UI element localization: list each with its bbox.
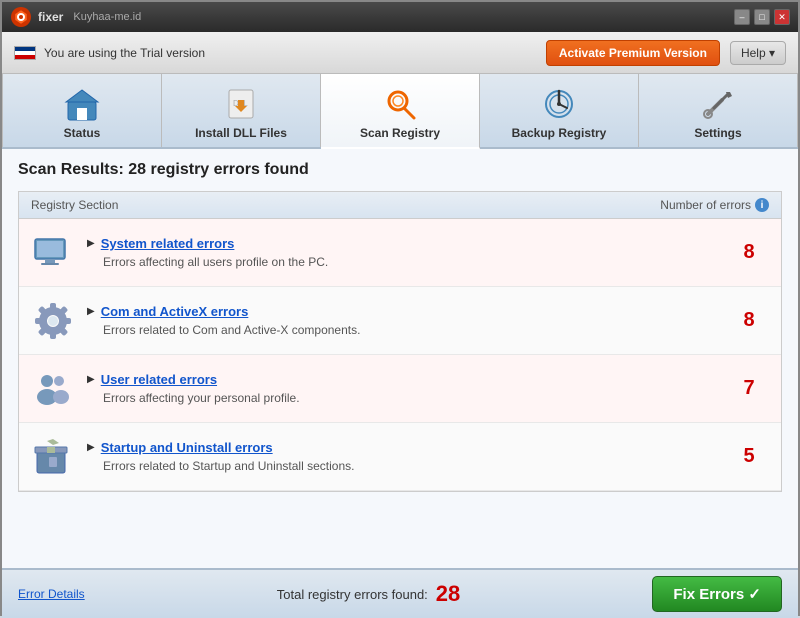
col-errors-label: Number of errors bbox=[660, 198, 751, 212]
tab-settings[interactable]: Settings bbox=[639, 74, 798, 147]
expand-arrow-2[interactable]: ▶ bbox=[87, 374, 95, 385]
total-label: Total registry errors found: bbox=[277, 587, 428, 602]
table-header: Registry Section Number of errors i bbox=[19, 192, 781, 219]
content-area: Scan Results: 28 registry errors found R… bbox=[2, 149, 798, 618]
table-row: ▶ Com and ActiveX errors Errors related … bbox=[19, 287, 781, 355]
close-button[interactable]: ✕ bbox=[774, 9, 790, 25]
tab-scan-registry[interactable]: Scan Registry bbox=[321, 74, 480, 149]
row-content-3: ▶ Startup and Uninstall errors Errors re… bbox=[87, 440, 729, 473]
app-title: fixer bbox=[38, 10, 63, 24]
row-errors-3: 5 bbox=[729, 445, 769, 468]
col-section-header: Registry Section bbox=[31, 198, 118, 212]
row-icon-box bbox=[31, 435, 75, 479]
row-content-0: ▶ System related errors Errors affecting… bbox=[87, 236, 729, 269]
row-desc-2: Errors affecting your personal profile. bbox=[87, 391, 729, 405]
row-link-1[interactable]: Com and ActiveX errors bbox=[101, 304, 249, 319]
row-link-3[interactable]: Startup and Uninstall errors bbox=[101, 440, 273, 455]
row-errors-0: 8 bbox=[729, 241, 769, 264]
tab-backup-registry[interactable]: Backup Registry bbox=[480, 74, 639, 147]
table-row: ▶ User related errors Errors affecting y… bbox=[19, 355, 781, 423]
scan-results-title: Scan Results: 28 registry errors found bbox=[18, 161, 782, 179]
titlebar-left: fixer Kuyhaa-me.id bbox=[10, 6, 141, 28]
table-row: ▶ System related errors Errors affecting… bbox=[19, 219, 781, 287]
row-errors-2: 7 bbox=[729, 377, 769, 400]
expand-arrow-3[interactable]: ▶ bbox=[87, 442, 95, 453]
watermark: Kuyhaa-me.id bbox=[73, 11, 141, 23]
total-errors-value: 28 bbox=[436, 581, 460, 607]
footer: Error Details Total registry errors foun… bbox=[2, 568, 798, 618]
tab-status[interactable]: Status bbox=[2, 74, 162, 147]
tab-status-label: Status bbox=[64, 126, 101, 140]
row-title-line-2: ▶ User related errors bbox=[87, 372, 729, 387]
tab-backup-registry-label: Backup Registry bbox=[512, 126, 607, 140]
header: You are using the Trial version Activate… bbox=[2, 32, 798, 74]
maximize-button[interactable]: □ bbox=[754, 9, 770, 25]
titlebar-controls: – □ ✕ bbox=[734, 9, 790, 25]
results-table: Registry Section Number of errors i bbox=[18, 191, 782, 492]
status-icon bbox=[64, 86, 100, 122]
expand-arrow-0[interactable]: ▶ bbox=[87, 238, 95, 249]
help-button[interactable]: Help ▾ bbox=[730, 41, 786, 65]
scan-results-body: 28 registry errors found bbox=[128, 161, 309, 178]
row-link-2[interactable]: User related errors bbox=[101, 372, 217, 387]
tab-install-dll-label: Install DLL Files bbox=[195, 126, 287, 140]
row-icon-gear bbox=[31, 299, 75, 343]
minimize-button[interactable]: – bbox=[734, 9, 750, 25]
scan-results-prefix: Scan Results: bbox=[18, 161, 128, 178]
row-errors-1: 8 bbox=[729, 309, 769, 332]
expand-arrow-1[interactable]: ▶ bbox=[87, 306, 95, 317]
flag-icon bbox=[14, 46, 36, 60]
error-details-link[interactable]: Error Details bbox=[18, 587, 85, 601]
nav-tabs: Status DLL Install DLL Files bbox=[2, 74, 798, 149]
row-link-0[interactable]: System related errors bbox=[101, 236, 235, 251]
header-left: You are using the Trial version bbox=[14, 46, 205, 60]
install-dll-icon: DLL bbox=[223, 86, 259, 122]
row-content-1: ▶ Com and ActiveX errors Errors related … bbox=[87, 304, 729, 337]
activate-button[interactable]: Activate Premium Version bbox=[546, 40, 720, 66]
app-logo-icon bbox=[10, 6, 32, 28]
scan-registry-icon bbox=[382, 86, 418, 122]
row-title-line-1: ▶ Com and ActiveX errors bbox=[87, 304, 729, 319]
row-title-line-0: ▶ System related errors bbox=[87, 236, 729, 251]
table-row: ▶ Startup and Uninstall errors Errors re… bbox=[19, 423, 781, 491]
row-desc-0: Errors affecting all users profile on th… bbox=[87, 255, 729, 269]
row-content-2: ▶ User related errors Errors affecting y… bbox=[87, 372, 729, 405]
settings-icon bbox=[700, 86, 736, 122]
row-icon-users bbox=[31, 367, 75, 411]
app-window: fixer Kuyhaa-me.id – □ ✕ You are using t… bbox=[2, 2, 798, 618]
main-content: Scan Results: 28 registry errors found R… bbox=[2, 149, 798, 568]
fix-errors-button[interactable]: Fix Errors ✓ bbox=[652, 576, 782, 612]
row-desc-1: Errors related to Com and Active-X compo… bbox=[87, 323, 729, 337]
tab-settings-label: Settings bbox=[694, 126, 741, 140]
table-scroll[interactable]: ▶ System related errors Errors affecting… bbox=[19, 219, 781, 491]
titlebar: fixer Kuyhaa-me.id – □ ✕ bbox=[2, 2, 798, 32]
trial-text: You are using the Trial version bbox=[44, 46, 205, 60]
footer-center: Total registry errors found: 28 bbox=[277, 581, 461, 607]
row-icon-computer bbox=[31, 231, 75, 275]
info-icon: i bbox=[755, 198, 769, 212]
tab-scan-registry-label: Scan Registry bbox=[360, 126, 440, 140]
tab-install-dll[interactable]: DLL Install DLL Files bbox=[162, 74, 321, 147]
row-desc-3: Errors related to Startup and Uninstall … bbox=[87, 459, 729, 473]
col-errors-header: Number of errors i bbox=[660, 198, 769, 212]
row-title-line-3: ▶ Startup and Uninstall errors bbox=[87, 440, 729, 455]
backup-registry-icon bbox=[541, 86, 577, 122]
